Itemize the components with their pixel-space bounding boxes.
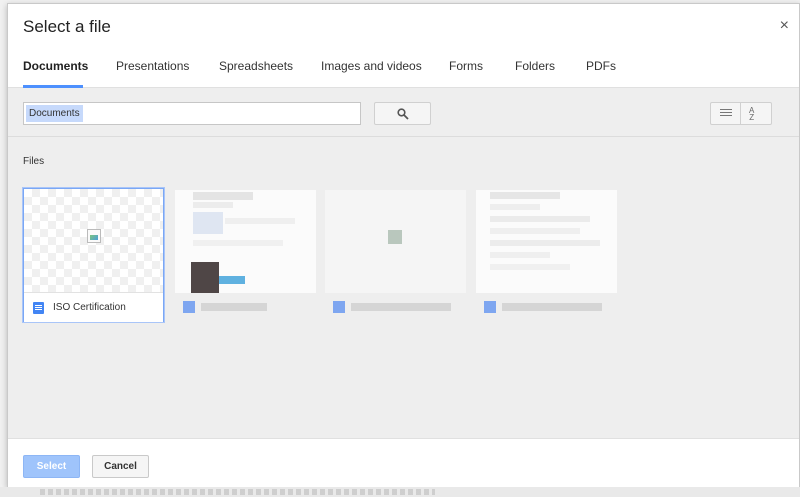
sort-az-icon: A Z (749, 107, 755, 122)
file-name-blurred (175, 301, 316, 313)
broken-image-icon (87, 229, 101, 243)
sort-button[interactable]: A Z (741, 102, 772, 125)
tab-spreadsheets[interactable]: Spreadsheets (219, 59, 293, 73)
copyright-text-obscured (40, 489, 435, 495)
file-thumbnail-blurred (476, 190, 617, 293)
file-thumbnail-blurred (175, 190, 316, 293)
tab-bar: Documents Presentations Spreadsheets Ima… (8, 54, 799, 88)
file-thumbnail (24, 189, 163, 292)
list-view-button[interactable] (710, 102, 741, 125)
tab-documents[interactable]: Documents (23, 59, 88, 73)
dialog-footer: Select Cancel (8, 438, 799, 488)
files-section-label: Files (23, 156, 45, 167)
tab-pdfs[interactable]: PDFs (586, 59, 616, 73)
dialog-header: Select a file × Documents Presentations … (8, 4, 799, 88)
search-input[interactable]: Documents (23, 102, 361, 125)
file-name-blurred (476, 301, 617, 313)
file-card-blurred[interactable] (476, 190, 617, 320)
google-doc-icon (33, 302, 44, 314)
close-icon[interactable]: × (780, 18, 789, 34)
cancel-button[interactable]: Cancel (92, 455, 149, 478)
select-file-dialog: Select a file × Documents Presentations … (7, 3, 800, 488)
list-view-icon (720, 109, 732, 118)
search-toolbar: Documents A Z (8, 89, 799, 137)
file-thumbnail-blurred (325, 190, 466, 293)
select-button[interactable]: Select (23, 455, 80, 478)
file-name: ISO Certification (53, 302, 126, 313)
file-name-blurred (325, 301, 466, 313)
file-card-blurred[interactable] (325, 190, 466, 320)
search-filter-chip[interactable]: Documents (26, 105, 83, 122)
tab-images-and-videos[interactable]: Images and videos (321, 59, 422, 73)
active-tab-indicator (23, 85, 83, 88)
file-card-footer: ISO Certification (24, 292, 163, 322)
page-footer-obscured (0, 487, 800, 497)
dialog-title: Select a file (23, 17, 111, 36)
tab-folders[interactable]: Folders (515, 59, 555, 73)
sort-glyph-bottom: Z (749, 113, 755, 122)
tab-presentations[interactable]: Presentations (116, 59, 189, 73)
tab-forms[interactable]: Forms (449, 59, 483, 73)
file-card-iso-certification[interactable]: ISO Certification (23, 188, 164, 322)
search-icon (397, 108, 409, 120)
search-button[interactable] (374, 102, 431, 125)
file-card-blurred[interactable] (175, 190, 316, 320)
